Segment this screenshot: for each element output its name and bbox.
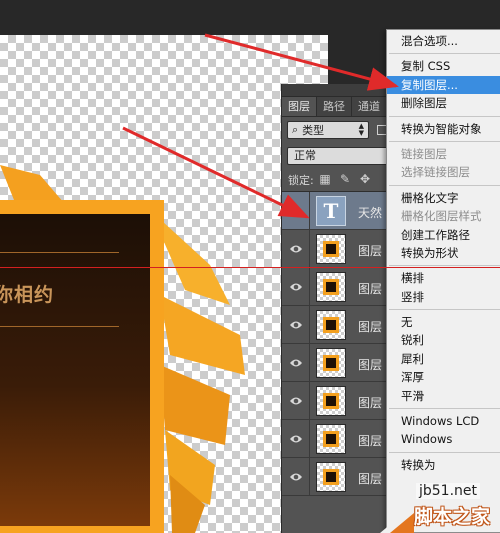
menu-item[interactable]: 锐利: [387, 331, 500, 349]
tab-layers[interactable]: 图层: [282, 97, 317, 116]
thumbnail-art: [323, 393, 339, 409]
menu-item[interactable]: 犀利: [387, 350, 500, 368]
search-icon: ⌕: [292, 123, 299, 136]
poster-title: 你相约: [0, 284, 55, 306]
text-layer-icon: T: [323, 199, 339, 223]
menu-item[interactable]: 浑厚: [387, 368, 500, 386]
select-arrows-icon: ▲ ▼: [358, 122, 364, 137]
menu-item[interactable]: 横排: [387, 269, 500, 287]
menu-separator: [389, 140, 500, 142]
menu-item[interactable]: 复制 CSS: [387, 57, 500, 75]
menu-separator: [389, 451, 500, 453]
eye-icon: [290, 359, 302, 367]
card-divider-top: [0, 252, 119, 253]
menu-item[interactable]: 复制图层...: [387, 75, 500, 95]
lock-position-icon[interactable]: ✥: [358, 172, 372, 186]
layer-thumbnail: [316, 348, 346, 378]
lock-pixels-icon[interactable]: ✎: [338, 172, 352, 186]
poster-card: 你相约: [0, 200, 164, 533]
layer-name: 图层: [358, 244, 383, 258]
watermark-name: 脚本之家: [414, 506, 491, 528]
lock-label: 锁定:: [288, 174, 314, 187]
eye-icon: [290, 397, 302, 405]
menu-separator: [389, 309, 500, 311]
menu-separator: [389, 408, 500, 410]
menu-item[interactable]: 创建工作路径: [387, 226, 500, 244]
menu-item[interactable]: 转换为: [387, 456, 500, 474]
menu-item[interactable]: 转换为智能对象: [387, 120, 500, 138]
eye-icon: [290, 283, 302, 291]
menu-separator: [389, 115, 500, 117]
lock-transparent-icon[interactable]: ▦: [318, 172, 332, 186]
menu-separator: [389, 184, 500, 186]
visibility-toggle[interactable]: [282, 382, 310, 419]
visibility-toggle[interactable]: [282, 230, 310, 267]
tab-paths[interactable]: 路径: [317, 97, 352, 116]
menu-item[interactable]: 转换为形状: [387, 244, 500, 262]
thumbnail-art: [323, 317, 339, 333]
visibility-toggle[interactable]: [282, 306, 310, 343]
menu-item[interactable]: 无: [387, 313, 500, 331]
layer-name: 图层: [358, 434, 383, 448]
menu-separator: [389, 53, 500, 55]
menu-item[interactable]: Windows LCD: [387, 412, 500, 430]
thumbnail-art: [323, 241, 339, 257]
eye-icon: [290, 245, 302, 253]
thumbnail-art: [323, 469, 339, 485]
visibility-toggle[interactable]: [282, 420, 310, 457]
thumbnail-art: [323, 279, 339, 295]
menu-item[interactable]: 栅格化文字: [387, 189, 500, 207]
guide-line: [0, 267, 500, 268]
visibility-toggle[interactable]: [282, 344, 310, 381]
layer-name: 天然: [358, 206, 383, 220]
menu-item[interactable]: 混合选项...: [387, 32, 500, 50]
eye-icon: [290, 435, 302, 443]
visibility-toggle[interactable]: [282, 268, 310, 305]
filter-kind-label: 类型: [302, 124, 325, 137]
filter-kind-select[interactable]: ⌕ 类型 ▲ ▼: [287, 121, 369, 139]
document-canvas[interactable]: 你相约: [0, 35, 328, 533]
menu-item[interactable]: 删除图层: [387, 94, 500, 112]
menu-item: 链接图层: [401, 146, 447, 161]
layer-thumbnail: [316, 310, 346, 340]
layer-name: 图层: [358, 320, 383, 334]
thumbnail-art: [323, 355, 339, 371]
layer-name: 图层: [358, 282, 383, 296]
watermark: jb51.net 脚本之家: [340, 483, 500, 533]
menu-item[interactable]: 竖排: [387, 288, 500, 306]
layer-context-menu: 混合选项... 复制 CSS 复制图层... 删除图层转换为智能对象链接图层选择链接图…: [386, 29, 500, 533]
eye-icon: [290, 207, 302, 215]
layer-thumbnail: [316, 272, 346, 302]
menu-item[interactable]: 平滑: [387, 387, 500, 405]
card-divider-bottom: [0, 326, 119, 327]
eye-icon: [290, 473, 302, 481]
thumbnail-art: [323, 431, 339, 447]
visibility-toggle[interactable]: [282, 192, 310, 229]
eye-icon: [290, 321, 302, 329]
menu-item: 栅格化图层样式: [401, 209, 482, 224]
layer-thumbnail: [316, 234, 346, 264]
visibility-toggle[interactable]: [282, 458, 310, 495]
layer-name: 图层: [358, 358, 383, 372]
layer-thumbnail: [316, 424, 346, 454]
watermark-site: jb51.net: [416, 483, 481, 499]
watermark-logo-icon: [380, 505, 414, 533]
tab-channels[interactable]: 通道: [352, 97, 387, 116]
layer-thumbnail: [316, 386, 346, 416]
text-layer-thumbnail: T: [316, 196, 346, 226]
menu-item[interactable]: Windows: [387, 430, 500, 448]
layer-name: 图层: [358, 396, 383, 410]
menu-item: 选择链接图层: [401, 165, 470, 180]
